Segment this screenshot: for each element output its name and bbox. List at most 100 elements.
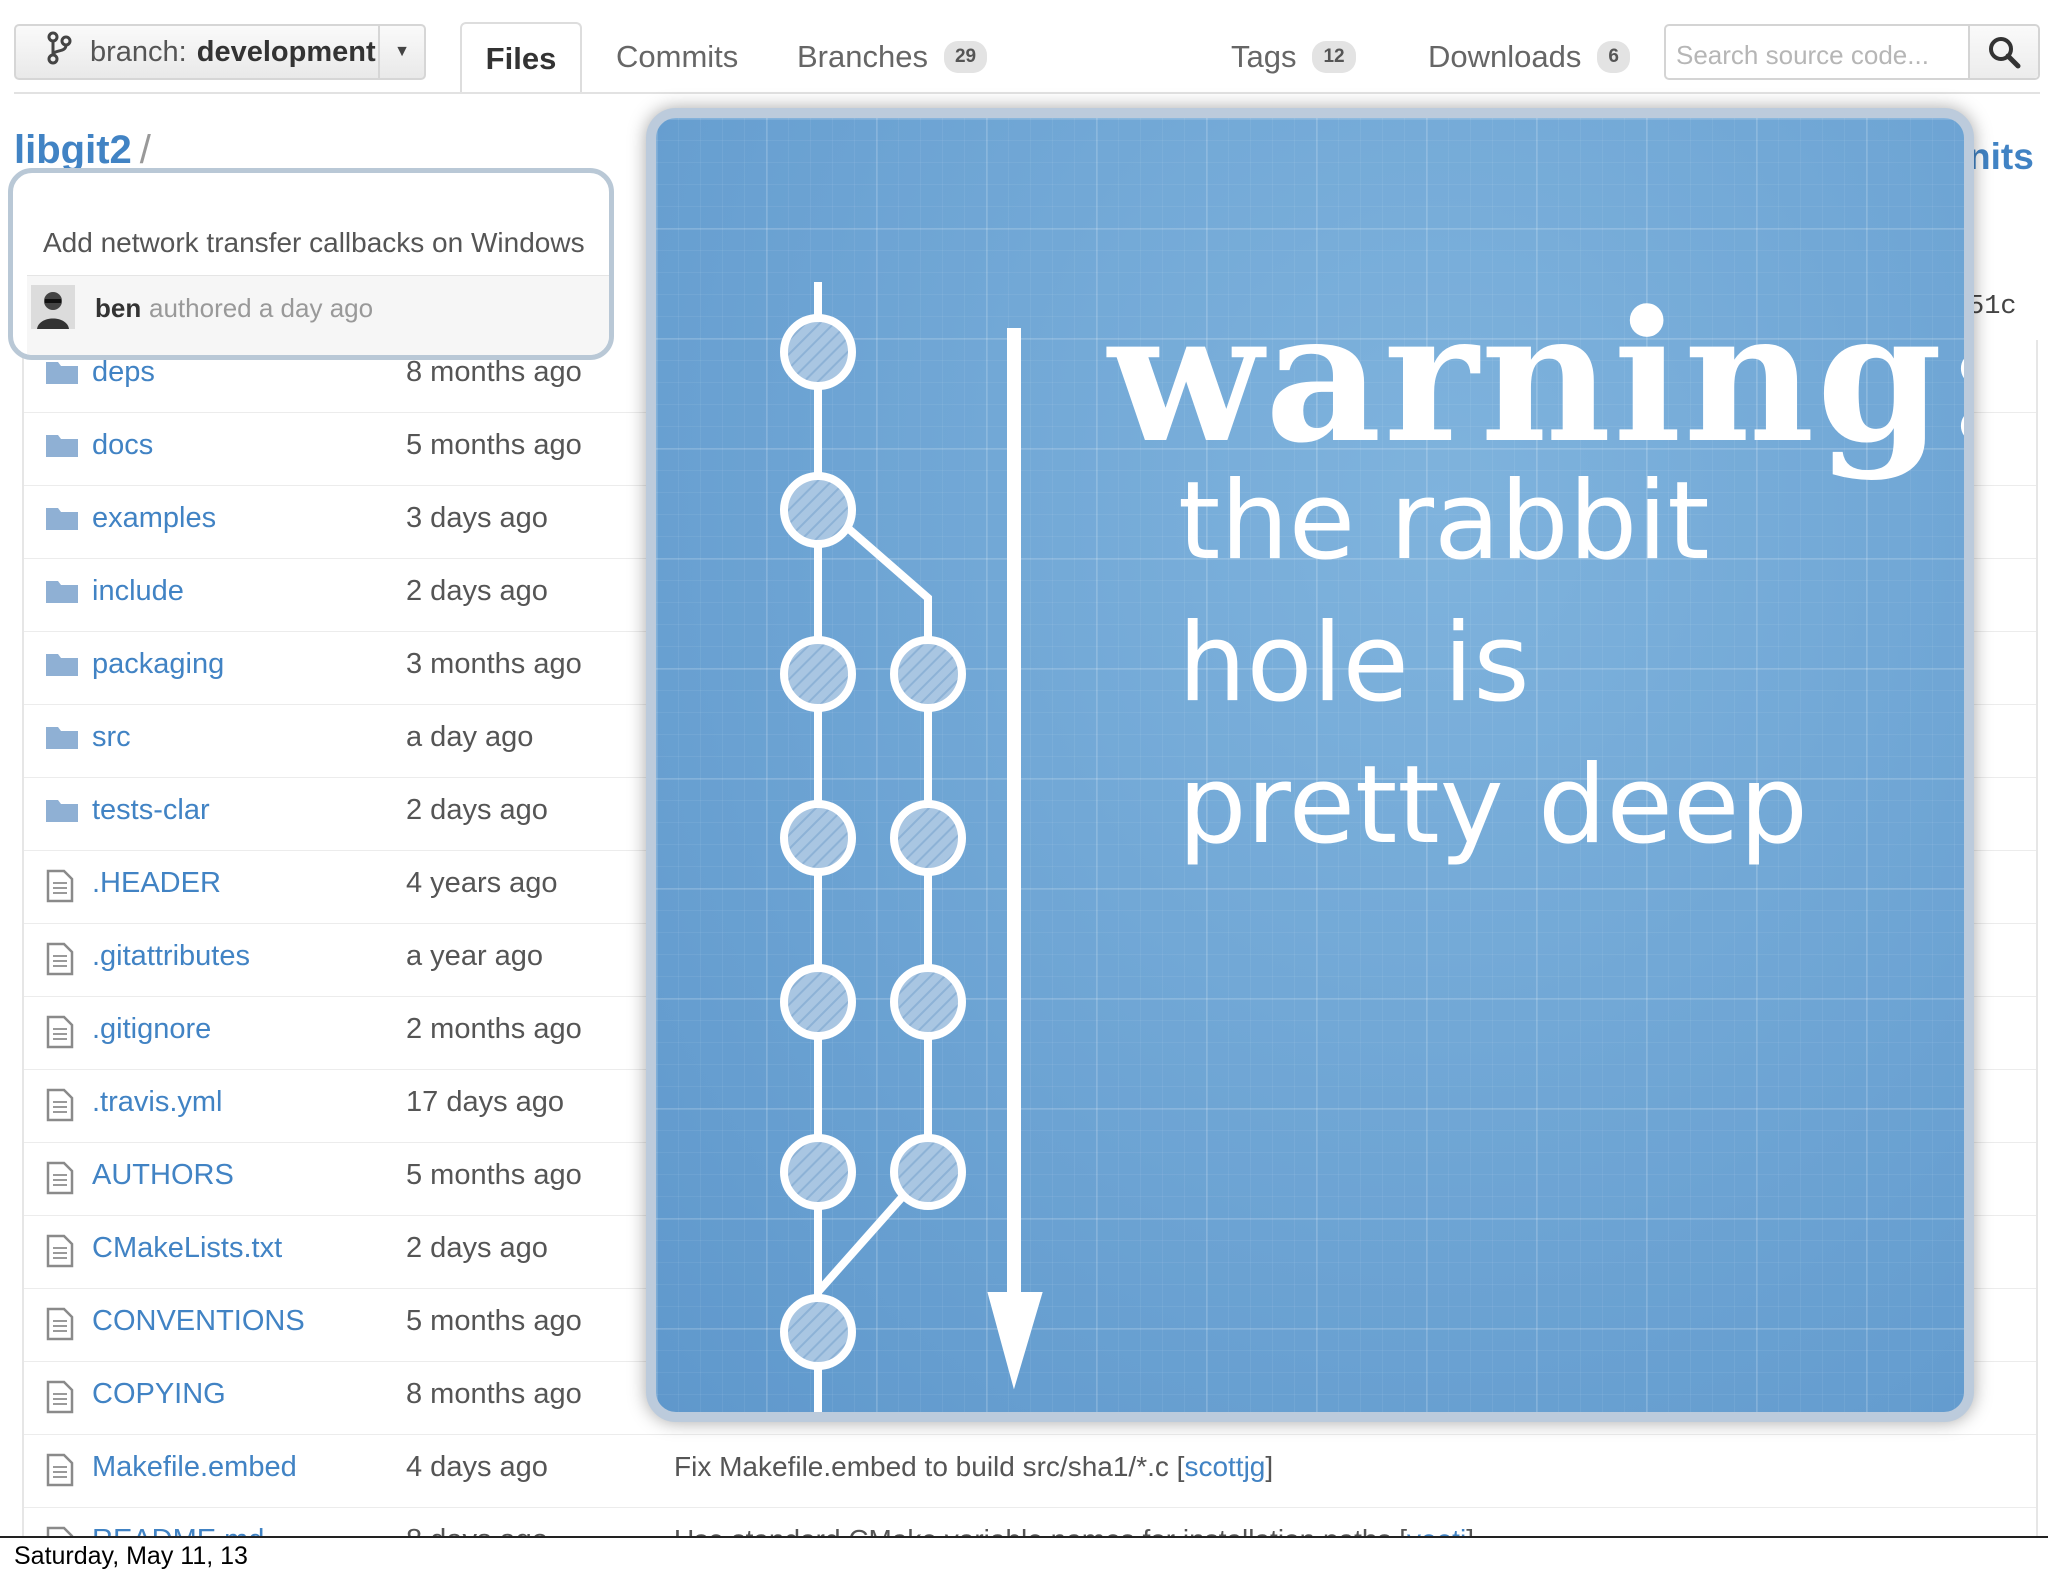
commit-sha[interactable]: 51c — [1968, 292, 2017, 322]
warning-headline: warning: — [1108, 272, 1974, 483]
file-icon — [46, 869, 78, 903]
commit-message-text: Use standard CMake variable names for in… — [674, 1524, 1407, 1536]
file-name-link[interactable]: AUTHORS — [92, 1159, 234, 1192]
file-name-link[interactable]: tests-clar — [92, 794, 210, 827]
file-icon — [46, 1015, 78, 1049]
file-age: 2 days ago — [406, 794, 548, 826]
file-name-link[interactable]: .gitignore — [92, 1013, 211, 1046]
folder-icon — [46, 431, 78, 463]
file-age: 4 days ago — [406, 1451, 548, 1483]
commit-author-link[interactable]: veeti — [1407, 1524, 1466, 1536]
slide-screenshot: branch: development ▼ Files Commits Bran… — [0, 0, 2048, 1538]
file-row: Makefile.embed 4 days ago Fix Makefile.emb… — [24, 1435, 2036, 1508]
search-input[interactable]: Search source code... — [1666, 26, 1968, 78]
file-name-link[interactable]: src — [92, 721, 131, 754]
branches-count-badge: 29 — [943, 41, 988, 73]
file-name-link[interactable]: CMakeLists.txt — [92, 1232, 282, 1265]
tags-count-badge: 12 — [1312, 41, 1356, 73]
commit-node — [780, 472, 856, 548]
file-name-link[interactable]: .travis.yml — [92, 1086, 223, 1119]
file-icon — [46, 1453, 78, 1487]
file-name-link[interactable]: README.md — [92, 1524, 264, 1536]
commit-author-link[interactable]: scottjg — [1184, 1451, 1265, 1482]
file-icon — [46, 1161, 78, 1195]
file-name-link[interactable]: CONVENTIONS — [92, 1305, 305, 1338]
tab-downloads[interactable]: Downloads 6 — [1428, 22, 1630, 92]
file-age: 8 months ago — [406, 356, 582, 388]
tab-tags[interactable]: Tags 12 — [1231, 22, 1356, 92]
breadcrumb-separator: / — [139, 128, 151, 172]
folder-icon — [46, 358, 78, 390]
file-age: 2 months ago — [406, 1013, 582, 1045]
tab-downloads-label: Downloads — [1428, 39, 1582, 74]
commits-history-link[interactable]: nits — [1968, 136, 2034, 178]
tab-commits[interactable]: Commits — [616, 22, 738, 92]
file-commit-message[interactable]: Fix Makefile.embed to build src/sha1/*.c… — [674, 1451, 1273, 1483]
file-age: 8 days ago — [406, 1524, 548, 1536]
file-age: a year ago — [406, 940, 544, 972]
branch-icon — [36, 31, 82, 73]
commit-nodes — [780, 314, 966, 1370]
file-icon — [46, 942, 78, 976]
commit-node — [890, 1134, 966, 1210]
search-box[interactable]: Search source code... — [1664, 24, 2040, 80]
file-name-link[interactable]: include — [92, 575, 184, 608]
folder-icon — [46, 504, 78, 536]
tab-files-label: Files — [485, 41, 557, 76]
tab-branches-label: Branches — [797, 39, 928, 74]
branch-selector-button[interactable]: branch: development ▼ — [14, 24, 426, 80]
file-name-link[interactable]: packaging — [92, 648, 224, 681]
commit-node — [890, 636, 966, 712]
file-age: 3 days ago — [406, 502, 548, 534]
avatar[interactable] — [31, 285, 75, 329]
file-age: 8 months ago — [406, 1378, 582, 1410]
file-icon — [46, 1234, 78, 1268]
warning-line-3: pretty deep — [1178, 743, 1808, 868]
folder-icon — [46, 650, 78, 682]
file-icon — [46, 1088, 78, 1122]
file-name-link[interactable]: docs — [92, 429, 153, 462]
file-age: 17 days ago — [406, 1086, 565, 1118]
file-icon — [46, 1307, 78, 1341]
file-age: 4 years ago — [406, 867, 558, 899]
search-button[interactable] — [1968, 26, 2038, 78]
commit-node — [780, 800, 856, 876]
commit-node — [780, 1134, 856, 1210]
file-name-link[interactable]: COPYING — [92, 1378, 226, 1411]
breadcrumb-repo-link[interactable]: libgit2 — [14, 128, 132, 172]
tab-files[interactable]: Files — [460, 22, 582, 94]
commit-node — [780, 964, 856, 1040]
file-age: 5 months ago — [406, 429, 582, 461]
commit-node — [780, 314, 856, 390]
file-age: 2 days ago — [406, 1232, 548, 1264]
commit-message-text: Fix Makefile.embed to build src/sha1/*.c… — [674, 1451, 1185, 1482]
branch-name: development — [196, 35, 376, 68]
chevron-down-icon[interactable]: ▼ — [378, 26, 424, 78]
tab-branches[interactable]: Branches 29 — [797, 22, 988, 92]
file-name-link[interactable]: examples — [92, 502, 216, 535]
folder-icon — [46, 577, 78, 609]
tab-commits-label: Commits — [616, 39, 739, 74]
branch-label: branch: — [90, 35, 187, 68]
file-name-link[interactable]: Makefile.embed — [92, 1451, 297, 1484]
warning-overlay-panel: warning: the rabbit hole is pretty deep — [646, 108, 1974, 1422]
file-name-link[interactable]: .gitattributes — [92, 940, 250, 973]
commit-author[interactable]: ben — [95, 293, 141, 324]
file-age: a day ago — [406, 721, 534, 753]
file-age: 3 months ago — [406, 648, 582, 680]
file-icon — [46, 1380, 78, 1414]
commit-node — [780, 1294, 856, 1370]
folder-icon — [46, 723, 78, 755]
file-commit-message[interactable]: Use standard CMake variable names for in… — [674, 1524, 1474, 1536]
latest-commit-message[interactable]: Add network transfer callbacks on Window… — [43, 227, 585, 259]
downloads-count-badge: 6 — [1597, 41, 1630, 73]
folder-icon — [46, 796, 78, 828]
file-name-link[interactable]: deps — [92, 356, 155, 389]
arrow-head-icon — [987, 1292, 1043, 1390]
closing-bracket: ] — [1265, 1451, 1274, 1482]
file-age: 5 months ago — [406, 1305, 582, 1337]
commit-node — [890, 964, 966, 1040]
warning-line-2: hole is — [1178, 601, 1530, 726]
commit-node — [890, 800, 966, 876]
file-name-link[interactable]: .HEADER — [92, 867, 221, 900]
